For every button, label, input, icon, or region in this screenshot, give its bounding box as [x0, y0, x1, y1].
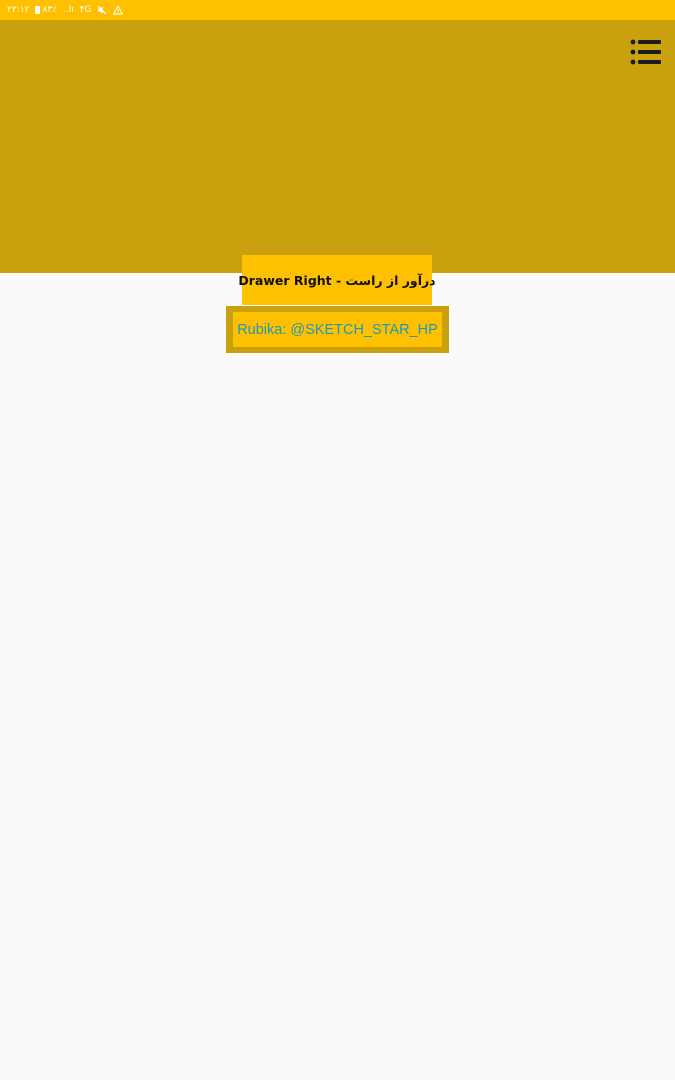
- battery-indicator: ۸۳٪: [35, 4, 57, 15]
- page-title: Drawer Right - درآور از راست: [238, 255, 436, 305]
- clock: ۲۲:۱۲: [7, 4, 30, 15]
- menu-button[interactable]: [629, 37, 663, 67]
- rubika-link-container: Rubika: @SKETCH_STAR_HP: [226, 306, 449, 353]
- mute-icon: [97, 5, 107, 15]
- rubika-link[interactable]: Rubika: @SKETCH_STAR_HP: [233, 312, 442, 347]
- battery-icon: [35, 6, 41, 14]
- header-banner: [0, 20, 675, 273]
- network-type: ۴G: [79, 4, 92, 15]
- signal-icon: ..lı: [62, 4, 74, 15]
- battery-level: ۸۳٪: [42, 4, 57, 15]
- warning-icon: [113, 5, 124, 15]
- list-menu-icon: [630, 39, 661, 65]
- status-bar: ۲۲:۱۲ ۸۳٪ ..lı ۴G: [0, 0, 675, 20]
